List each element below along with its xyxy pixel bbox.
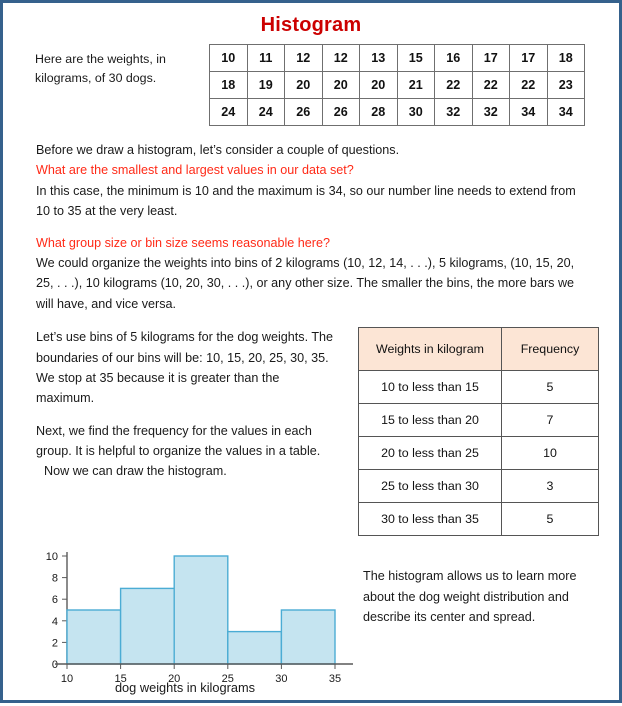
frequency-cell: 3 xyxy=(501,469,599,504)
frequency-cell: 7 xyxy=(501,403,599,438)
frequency-table-body: 10 to less than 15 5 15 to less than 20 7 20… xyxy=(358,370,599,537)
data-cell: 20 xyxy=(284,71,323,99)
y-tick-label: 2 xyxy=(52,638,58,650)
frequency-table-wrap: Weights in kilogram Frequency 10 to less… xyxy=(358,327,599,537)
histogram-bar xyxy=(280,609,336,665)
data-cell: 21 xyxy=(396,71,435,99)
frequency-cell: 5 xyxy=(501,502,599,537)
bins-paragraph: Let’s use bins of 5 kilograms for the do… xyxy=(36,330,334,406)
data-cell: 24 xyxy=(246,98,285,126)
data-cell: 17 xyxy=(471,44,510,72)
worksheet-page: Histogram Here are the weights, in kilog… xyxy=(0,0,622,703)
data-cell: 12 xyxy=(321,44,360,72)
answer-one: In this case, the minimum is 10 and the … xyxy=(36,183,576,219)
bins-and-frequency-section: Let’s use bins of 5 kilograms for the do… xyxy=(3,327,619,537)
histogram-bar xyxy=(173,555,229,665)
bars-group xyxy=(66,555,336,665)
data-cell: 26 xyxy=(284,98,323,126)
frequency-cell: 10 xyxy=(501,436,599,471)
histogram-bar xyxy=(119,587,175,665)
data-cell: 28 xyxy=(359,98,398,126)
data-cell: 18 xyxy=(546,44,585,72)
frequency-table: Weights in kilogram Frequency 10 to less… xyxy=(358,327,599,537)
answer-two: We could organize the weights into bins … xyxy=(36,255,575,311)
page-title: Histogram xyxy=(260,14,362,36)
data-cell: 30 xyxy=(396,98,435,126)
bin-range-cell: 20 to less than 25 xyxy=(358,436,502,471)
table-row: 10 11 12 12 13 15 16 17 17 18 xyxy=(209,44,585,72)
y-tick-label: 8 xyxy=(52,573,58,585)
table-row: 10 to less than 15 5 xyxy=(358,370,599,405)
col-header-frequency: Frequency xyxy=(501,327,599,372)
table-row: 30 to less than 35 5 xyxy=(358,502,599,537)
frequency-table-head: Weights in kilogram Frequency xyxy=(358,327,599,372)
frequency-header-row: Weights in kilogram Frequency xyxy=(358,327,599,372)
data-cell: 22 xyxy=(434,71,473,99)
data-cell: 19 xyxy=(246,71,285,99)
question-one: What are the smallest and largest values… xyxy=(36,163,354,178)
data-cell: 10 xyxy=(209,44,248,72)
data-cell: 11 xyxy=(246,44,285,72)
y-axis-group: 0 2 4 6 8 10 xyxy=(46,551,68,671)
explanation-block: Before we draw a histogram, let’s consid… xyxy=(36,140,584,314)
frequency-paragraph: Next, we find the frequency for the valu… xyxy=(36,423,321,459)
col-header-weights: Weights in kilogram xyxy=(358,327,502,372)
y-tick-label: 4 xyxy=(52,616,58,628)
data-cell: 22 xyxy=(509,71,548,99)
data-cell: 26 xyxy=(321,98,360,126)
histogram-section: 0 2 4 6 8 10 10 15 20 25 30 35 dog weights in kilo… xyxy=(3,546,619,706)
data-cell: 34 xyxy=(546,98,585,126)
y-tick-label: 6 xyxy=(52,594,58,606)
bins-explanation: Let’s use bins of 5 kilograms for the do… xyxy=(36,327,336,482)
data-cell: 24 xyxy=(209,98,248,126)
intro-text: Here are the weights, in kilograms, of 3… xyxy=(35,52,166,85)
closing-text: The histogram allows us to learn more ab… xyxy=(363,569,577,624)
draw-histogram-line: Now we can draw the histogram. xyxy=(44,464,227,479)
intro-question-lead: Before we draw a histogram, let’s consid… xyxy=(36,143,400,157)
histogram-bar xyxy=(66,609,122,665)
data-cell: 20 xyxy=(321,71,360,99)
question-two: What group size or bin size seems reason… xyxy=(36,235,331,250)
histogram-chart: 0 2 4 6 8 10 10 15 20 25 30 35 dog weights in kilo… xyxy=(15,546,355,706)
data-cell: 20 xyxy=(359,71,398,99)
data-cell: 15 xyxy=(396,44,435,72)
intro-section: Here are the weights, in kilograms, of 3… xyxy=(3,44,619,126)
frequency-cell: 5 xyxy=(501,370,599,405)
bin-range-cell: 10 to less than 15 xyxy=(358,370,502,405)
data-cell: 17 xyxy=(509,44,548,72)
y-tick-label: 0 xyxy=(52,659,58,671)
data-cell: 34 xyxy=(509,98,548,126)
data-cell: 32 xyxy=(434,98,473,126)
raw-data-body: 10 11 12 12 13 15 16 17 17 18 18 19 20 20 20 21 22 22 22 23… xyxy=(209,44,585,126)
table-row: 24 24 26 26 28 30 32 32 34 34 xyxy=(209,98,585,126)
histogram-bar xyxy=(227,631,283,665)
y-tick-label: 10 xyxy=(46,551,58,563)
data-cell: 23 xyxy=(546,71,585,99)
data-cell: 12 xyxy=(284,44,323,72)
table-row: 15 to less than 20 7 xyxy=(358,403,599,438)
table-row: 20 to less than 25 10 xyxy=(358,436,599,471)
table-row: 25 to less than 30 3 xyxy=(358,469,599,504)
data-cell: 22 xyxy=(471,71,510,99)
x-axis-label: dog weights in kilograms xyxy=(114,680,256,696)
histogram-svg: 0246810 10 15 20 25 30 35 xyxy=(46,551,353,685)
raw-data-table: 10 11 12 12 13 15 16 17 17 18 18 19 20 20 20 21 22 22 22 23… xyxy=(209,44,585,126)
data-cell: 16 xyxy=(434,44,473,72)
data-cell: 18 xyxy=(209,71,248,99)
data-cell: 13 xyxy=(359,44,398,72)
table-row: 18 19 20 20 20 21 22 22 22 23 xyxy=(209,71,585,99)
data-cell: 32 xyxy=(471,98,510,126)
bin-range-cell: 30 to less than 35 xyxy=(358,502,502,537)
bin-range-cell: 15 to less than 20 xyxy=(358,403,502,438)
bin-range-cell: 25 to less than 30 xyxy=(358,469,502,504)
